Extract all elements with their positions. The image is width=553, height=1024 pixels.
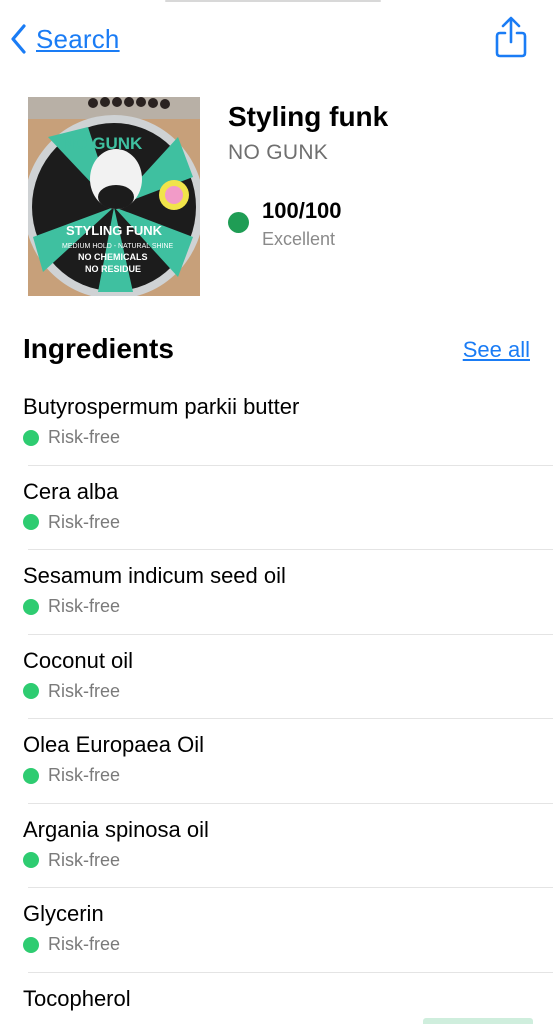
risk-label: Risk-free [48,427,121,447]
image-tagline-text: MEDIUM HOLD - NATURAL SHINE [62,243,174,250]
risk-dot [23,936,39,953]
ingredient-name: Glycerin [23,901,104,926]
risk-row: Risk-free [23,427,120,448]
back-label: Search [36,23,120,54]
back-button[interactable]: Search [10,20,120,58]
risk-dot [23,767,39,784]
ingredient-name: Olea Europaea Oil [23,732,204,757]
ingredients-title: Ingredients [23,333,174,364]
ingredient-name: Sesamum indicum seed oil [23,563,286,588]
risk-row: Risk-free [23,681,120,702]
risk-row: Risk-free [23,765,120,786]
image-claim1-text: NO CHEMICALS [78,252,148,262]
risk-row: Risk-free [23,596,120,617]
list-item[interactable]: Butyrospermum parkii butter Risk-free [0,381,553,466]
product-header: NO GUNK STYLING FUNK MEDIUM HOLD - NATUR… [28,97,553,297]
share-icon [495,16,527,62]
ingredient-name: Butyrospermum parkii butter [23,394,300,419]
product-brand: NO GUNK [228,141,329,164]
list-item[interactable]: Tocopherol [0,973,553,1024]
navigation-bar: Search [0,0,553,80]
risk-label: Risk-free [48,849,121,870]
ingredients-header: Ingredients See all [23,333,530,369]
list-item[interactable]: Argania spinosa oil Risk-free [0,804,553,889]
risk-label: Risk-free [48,511,121,532]
product-image: NO GUNK STYLING FUNK MEDIUM HOLD - NATUR… [28,97,200,296]
risk-dot [23,683,39,699]
risk-label: Risk-free [48,765,121,785]
risk-row: Risk-free [23,934,120,955]
chevron-left-icon [10,24,26,54]
score-value: 100/100 [262,198,342,223]
risk-row: Risk-free [23,850,120,871]
risk-row: Risk-free [23,512,120,533]
risk-label: Risk-free [48,680,121,701]
image-product-text: STYLING FUNK [66,223,163,238]
image-claim2-text: NO RESIDUE [85,264,141,274]
list-item[interactable]: Olea Europaea Oil Risk-free [0,719,553,804]
list-item[interactable]: Coconut oil Risk-free [0,635,553,720]
image-brand-text: NO GUNK [62,134,143,153]
tab-bar-peek [0,1018,553,1024]
list-item[interactable]: Cera alba Risk-free [0,466,553,551]
ingredient-name: Cera alba [23,478,119,504]
risk-dot [23,429,39,446]
risk-dot [23,852,39,868]
see-all-link[interactable]: See all [463,337,530,363]
share-button[interactable] [495,16,527,58]
ingredient-name: Coconut oil [23,647,134,673]
score-label: Excellent [262,229,336,249]
tab-bar-highlight [423,1018,533,1024]
ingredient-name: Tocopherol [23,985,131,1011]
risk-label: Risk-free [48,596,121,616]
ingredients-list: Butyrospermum parkii butter Risk-free Ce… [0,381,553,1024]
score-indicator-dot [228,212,249,233]
list-item[interactable]: Sesamum indicum seed oil Risk-free [0,550,553,635]
ingredient-name: Argania spinosa oil [23,816,209,842]
product-name: Styling funk [228,101,389,132]
risk-label: Risk-free [48,934,121,954]
risk-dot [23,598,39,615]
list-item[interactable]: Glycerin Risk-free [0,888,553,973]
risk-dot [23,514,39,530]
